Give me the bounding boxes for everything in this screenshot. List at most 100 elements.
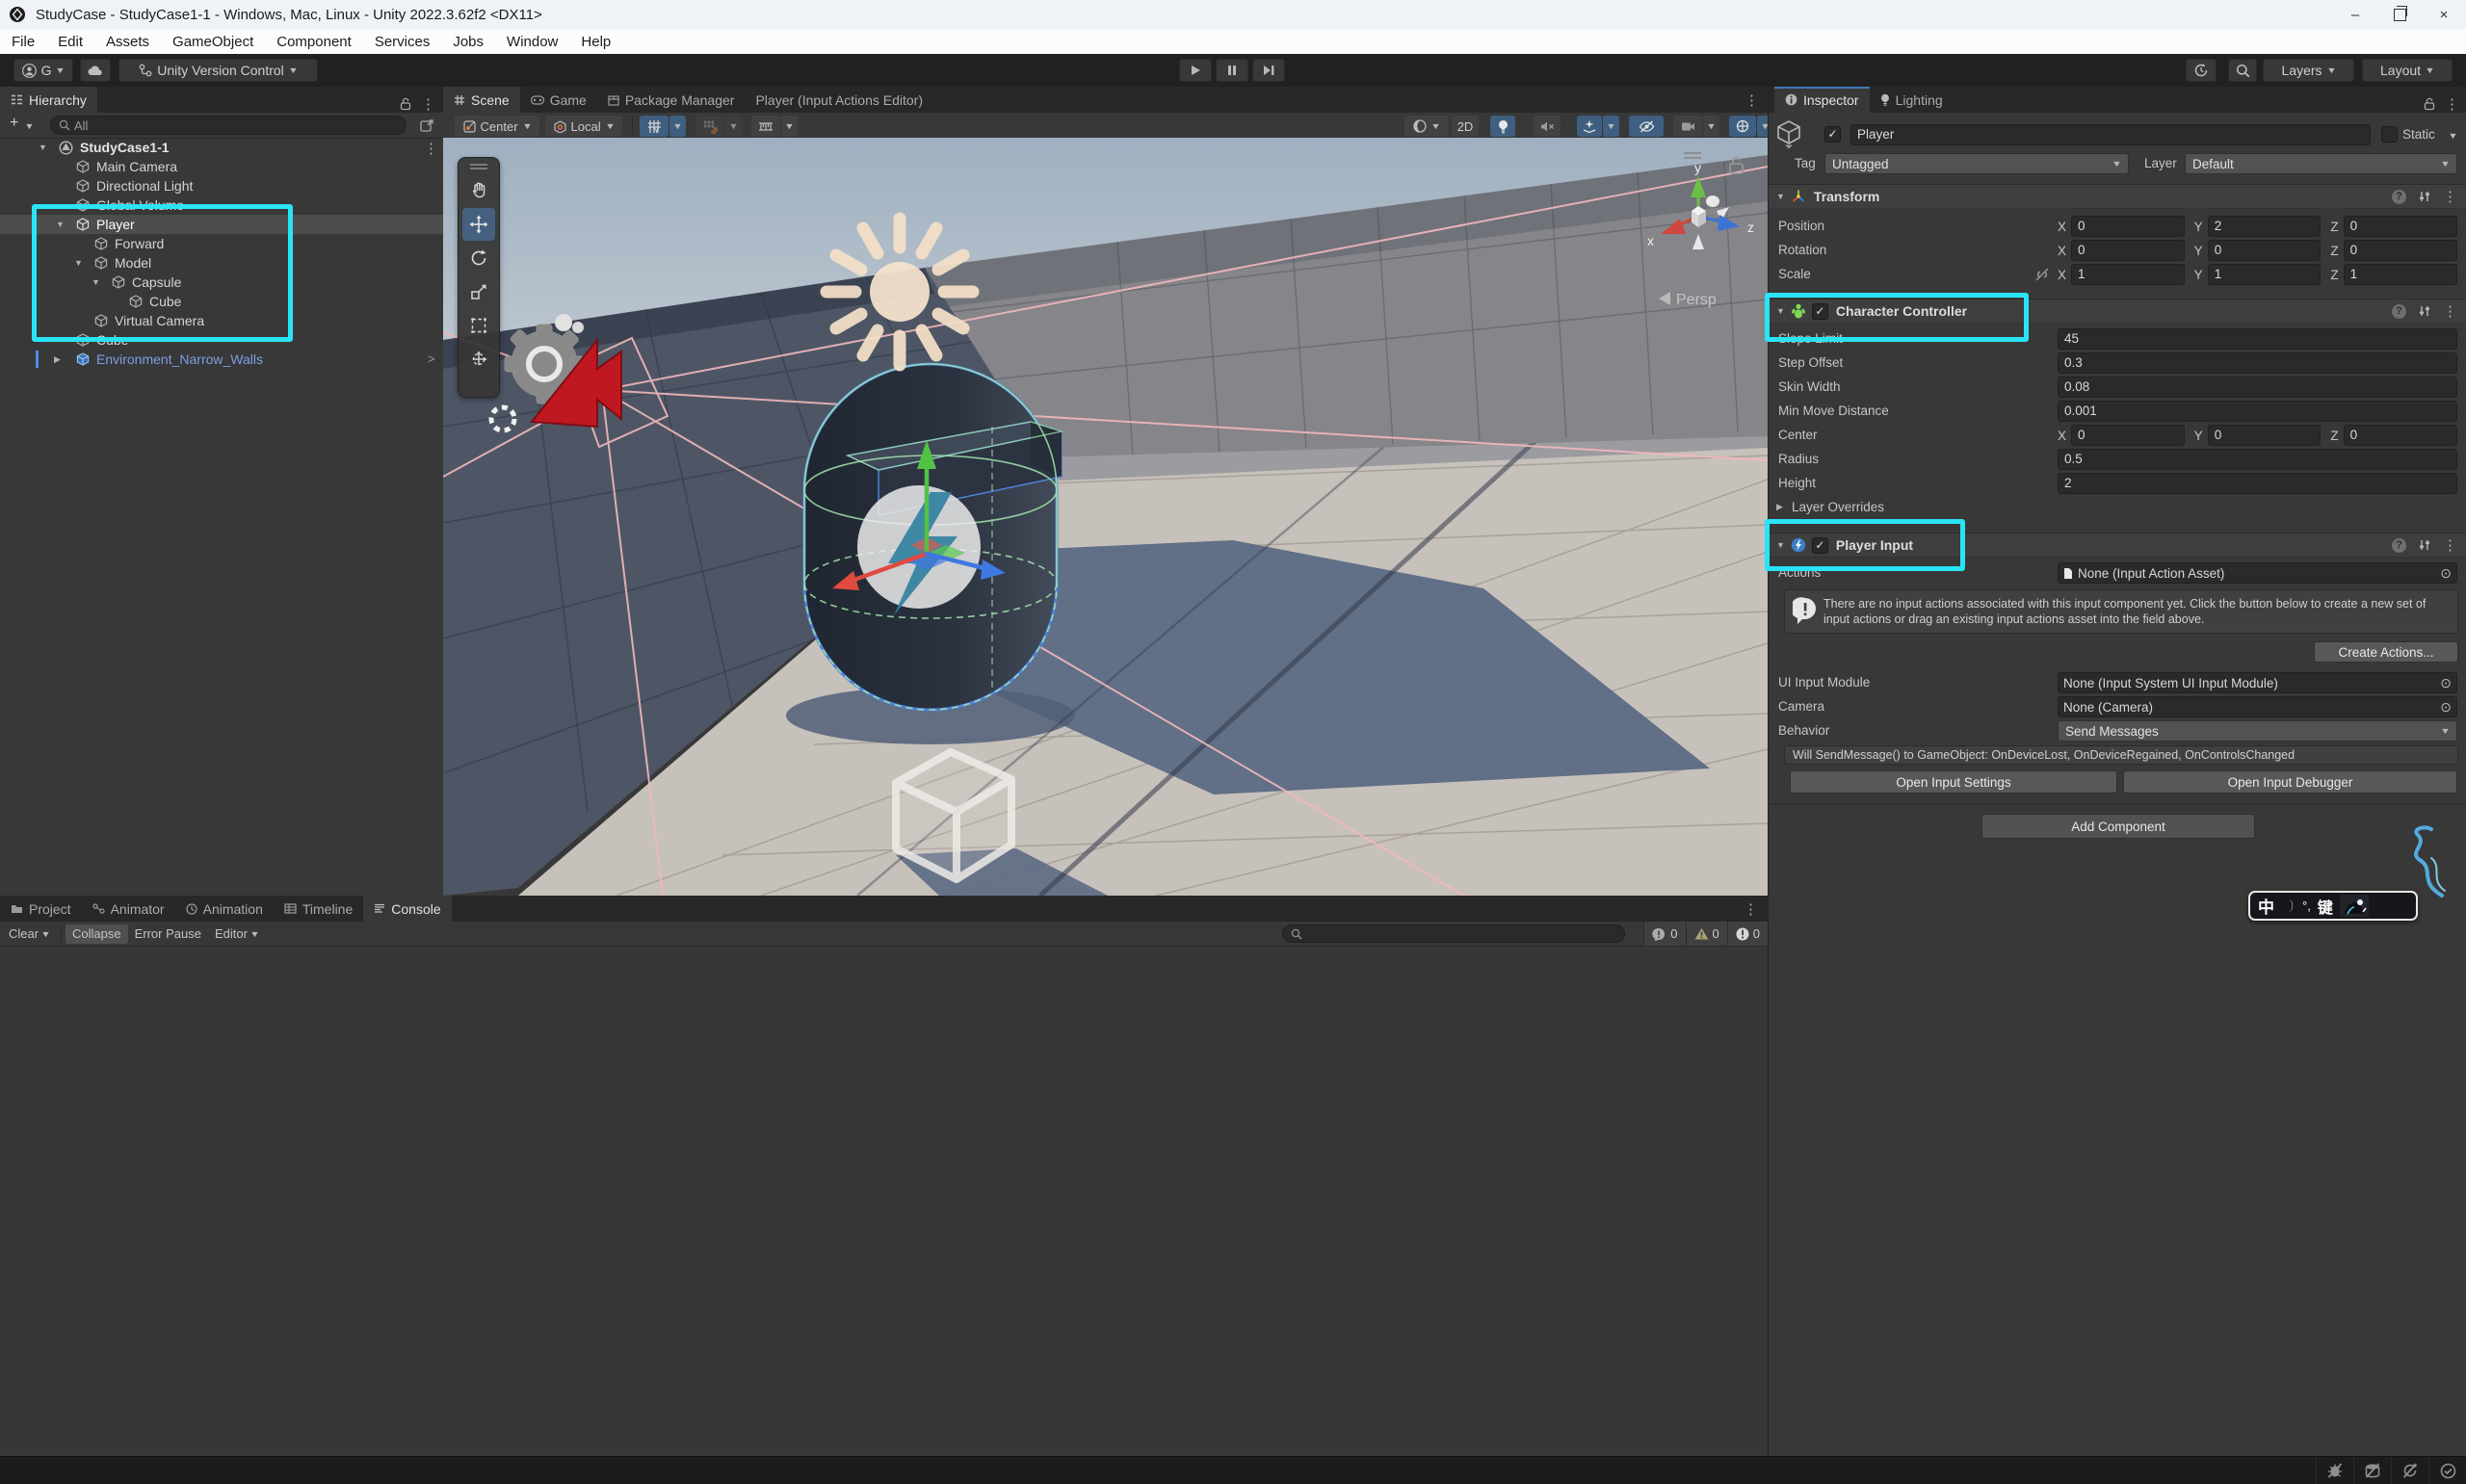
help-icon[interactable]: ? (2392, 190, 2406, 204)
presets-icon[interactable] (2418, 191, 2431, 202)
tab-package-manager[interactable]: Package Manager (597, 87, 746, 113)
panel-menu-icon[interactable]: ⋮ (421, 95, 435, 113)
console-log-area[interactable] (0, 947, 1768, 1457)
cloud-button[interactable] (80, 59, 111, 82)
panel-menu-icon[interactable]: ⋮ (1745, 91, 1768, 109)
audio-mute-toggle[interactable] (1534, 116, 1561, 137)
tab-timeline[interactable]: Timeline (274, 896, 363, 922)
actions-object-field[interactable]: None (Input Action Asset) ⊙ (2058, 562, 2457, 584)
scene-picker-icon[interactable] (420, 118, 434, 133)
ui-module-object-field[interactable]: None (Input System UI Input Module)⊙ (2058, 672, 2457, 693)
menu-jobs[interactable]: Jobs (441, 34, 495, 50)
axis-z-label[interactable]: z (1747, 220, 1754, 235)
position-z-field[interactable]: 0 (2344, 216, 2457, 237)
hierarchy-row[interactable]: Directional Light (0, 176, 443, 195)
editor-dropdown[interactable]: Editor▼ (208, 924, 266, 944)
hierarchy-row[interactable]: Cube (0, 292, 443, 311)
tab-game[interactable]: Game (520, 87, 597, 113)
component-menu-icon[interactable]: ⋮ (2443, 302, 2457, 320)
ime-moon-icon[interactable] (2281, 898, 2295, 914)
search-button[interactable] (2228, 59, 2257, 82)
layer-dropdown[interactable]: Default▼ (2185, 153, 2457, 174)
hierarchy-row[interactable]: ▼ Model (0, 253, 443, 273)
component-menu-icon[interactable]: ⋮ (2443, 536, 2457, 554)
snap-increment-toggle[interactable] (751, 116, 780, 137)
tab-console[interactable]: Console (363, 896, 451, 922)
step-button[interactable] (1252, 59, 1285, 82)
position-x-field[interactable]: 0 (2071, 216, 2185, 237)
tab-input-actions-editor[interactable]: Player (Input Actions Editor) (745, 87, 933, 113)
hierarchy-row-scene[interactable]: ▼ StudyCase1-1 ⋮ (0, 138, 443, 157)
hierarchy-row[interactable]: Main Camera (0, 157, 443, 176)
scale-tool[interactable] (462, 275, 495, 308)
panel-menu-icon[interactable]: ⋮ (1744, 900, 1768, 918)
rotation-x-field[interactable]: 0 (2071, 240, 2185, 261)
error-pause-toggle[interactable]: Error Pause (128, 924, 208, 944)
draw-mode-dropdown[interactable]: ▼ (1404, 116, 1449, 137)
foldout-expanded-icon[interactable]: ▼ (74, 253, 83, 273)
menu-edit[interactable]: Edit (46, 34, 94, 50)
center-y-field[interactable]: 0 (2208, 425, 2322, 446)
skin-width-field[interactable]: 0.08 (2058, 377, 2457, 398)
min-move-distance-field[interactable]: 0.001 (2058, 401, 2457, 422)
warning-count-badge[interactable]: 0 (1686, 922, 1727, 946)
presets-icon[interactable] (2418, 305, 2431, 317)
menu-file[interactable]: File (0, 34, 46, 50)
lock-icon[interactable] (2424, 97, 2435, 111)
object-picker-icon[interactable]: ⊙ (2440, 699, 2452, 716)
ime-language-bar[interactable]: 中 °, 键 (2248, 891, 2418, 921)
ime-avatar-thumbnail[interactable] (2340, 895, 2369, 917)
gameobject-name-field[interactable]: Player (1850, 124, 2371, 145)
create-actions-button[interactable]: Create Actions... (2314, 641, 2458, 663)
hierarchy-row[interactable]: Virtual Camera (0, 311, 443, 330)
projection-label[interactable]: Persp (1676, 292, 1717, 308)
menu-help[interactable]: Help (569, 34, 622, 50)
console-search-input[interactable] (1282, 924, 1625, 943)
tab-hierarchy[interactable]: Hierarchy (0, 87, 97, 113)
foldout-expanded-icon[interactable]: ▼ (39, 138, 47, 157)
2d-toggle[interactable]: 2D (1452, 116, 1479, 137)
object-picker-icon[interactable]: ⊙ (2440, 565, 2452, 582)
info-count-badge[interactable]: 0 (1643, 922, 1685, 946)
menu-gameobject[interactable]: GameObject (161, 34, 265, 50)
scene-visibility-toggle[interactable] (1629, 116, 1664, 137)
hierarchy-row-selected[interactable]: ▼ Player (0, 215, 443, 234)
tab-lighting[interactable]: Lighting (1870, 87, 1954, 113)
character-controller-header[interactable]: ▼ ✓ Character Controller ?⋮ (1769, 299, 2466, 324)
scene-viewport[interactable]: y x z Persp (443, 138, 1768, 896)
scene-lighting-toggle[interactable] (1490, 116, 1515, 137)
pause-button[interactable] (1216, 59, 1248, 82)
active-checkbox[interactable]: ✓ (1824, 126, 1841, 143)
rotate-tool[interactable] (462, 242, 495, 274)
hierarchy-row[interactable]: Cube (0, 330, 443, 350)
transform-tool[interactable] (462, 343, 495, 376)
help-icon[interactable]: ? (2392, 304, 2406, 319)
snap-toggle[interactable] (695, 116, 724, 137)
collapse-toggle[interactable]: Collapse (66, 924, 128, 944)
foldout-expanded-icon[interactable]: ▼ (56, 215, 65, 234)
tab-scene[interactable]: Scene (443, 87, 520, 113)
lock-icon[interactable] (400, 97, 411, 111)
rotation-z-field[interactable]: 0 (2344, 240, 2457, 261)
camera-object-field[interactable]: None (Camera)⊙ (2058, 696, 2457, 717)
menu-assets[interactable]: Assets (94, 34, 161, 50)
minimize-button[interactable]: – (2333, 0, 2377, 29)
debugger-disabled-icon[interactable] (2316, 1457, 2353, 1484)
height-field[interactable]: 2 (2058, 473, 2457, 494)
hierarchy-row[interactable]: ▼ Capsule (0, 273, 443, 292)
hierarchy-row-prefab[interactable]: ▶ Environment_Narrow_Walls > (0, 350, 443, 369)
open-input-settings-button[interactable]: Open Input Settings (1790, 770, 2117, 794)
behavior-dropdown[interactable]: Send Messages▼ (2058, 720, 2457, 742)
center-x-field[interactable]: 0 (2071, 425, 2185, 446)
presets-icon[interactable] (2418, 539, 2431, 551)
restore-button[interactable] (2377, 0, 2422, 29)
menu-component[interactable]: Component (265, 34, 363, 50)
tool-handle-position-dropdown[interactable]: Center▼ (455, 116, 539, 137)
scale-z-field[interactable]: 1 (2344, 264, 2457, 285)
add-component-button[interactable]: Add Component (1981, 814, 2255, 839)
slope-limit-field[interactable]: 45 (2058, 328, 2457, 350)
layer-overrides-row[interactable]: ▶Layer Overrides (1769, 497, 2466, 518)
rotation-y-field[interactable]: 0 (2208, 240, 2322, 261)
layers-dropdown[interactable]: Layers▼ (2263, 59, 2354, 82)
axis-y-label[interactable]: y (1694, 160, 1701, 175)
